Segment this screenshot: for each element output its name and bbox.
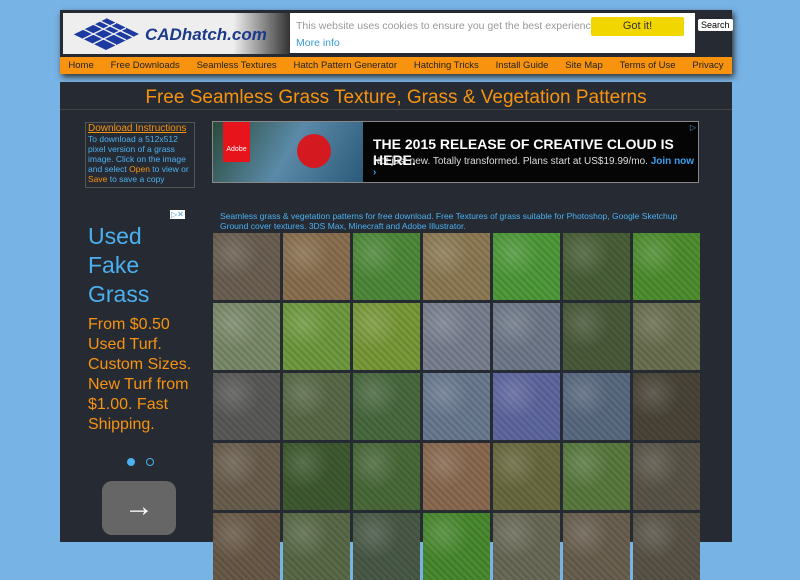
dot[interactable] xyxy=(146,458,154,466)
grass-texture-thumbnail[interactable] xyxy=(633,303,700,370)
grass-texture-thumbnail[interactable] xyxy=(423,373,490,440)
nav-install-guide[interactable]: Install Guide xyxy=(496,60,549,71)
divider xyxy=(60,109,732,110)
grass-texture-thumbnail[interactable] xyxy=(353,233,420,300)
creative-cloud-ad[interactable]: Adobe THE 2015 RELEASE OF CREATIVE CLOUD… xyxy=(212,121,699,183)
grass-texture-thumbnail[interactable] xyxy=(493,233,560,300)
nav-home[interactable]: Home xyxy=(68,60,93,71)
grass-texture-thumbnail[interactable] xyxy=(493,443,560,510)
grass-texture-thumbnail[interactable] xyxy=(353,373,420,440)
save-word: Save xyxy=(88,174,108,184)
grass-texture-thumbnail[interactable] xyxy=(353,513,420,580)
grass-texture-thumbnail[interactable] xyxy=(283,233,350,300)
grass-texture-thumbnail[interactable] xyxy=(423,303,490,370)
instructions-text: to save a copy xyxy=(107,174,165,184)
grass-texture-thumbnail[interactable] xyxy=(353,303,420,370)
more-info-link[interactable]: More info xyxy=(296,37,340,49)
ad-subtext: Not just new. Totally transformed. Plans… xyxy=(373,156,698,178)
nav-hatch-pattern-generator[interactable]: Hatch Pattern Generator xyxy=(294,60,398,71)
grass-texture-thumbnail[interactable] xyxy=(213,303,280,370)
side-ad-title: Used Fake Grass xyxy=(88,223,150,307)
grass-texture-thumbnail[interactable] xyxy=(213,233,280,300)
brand-name: CADhatch.com xyxy=(145,25,267,44)
nav-seamless-textures[interactable]: Seamless Textures xyxy=(197,60,277,71)
grass-texture-thumbnail[interactable] xyxy=(633,443,700,510)
grass-texture-thumbnail[interactable] xyxy=(213,373,280,440)
ad-sub: Not just new. Totally transformed. Plans… xyxy=(373,156,648,167)
main-content: Free Seamless Grass Texture, Grass & Veg… xyxy=(60,82,732,580)
site-header: CADhatch.com This website uses cookies t… xyxy=(60,10,733,74)
grass-texture-thumbnail[interactable] xyxy=(423,233,490,300)
instructions-title[interactable]: Download Instructions xyxy=(88,124,192,134)
grass-texture-thumbnail[interactable] xyxy=(563,303,630,370)
search-button[interactable]: Search xyxy=(698,19,733,31)
site-logo[interactable]: CADhatch.com xyxy=(63,13,290,54)
nav-free-downloads[interactable]: Free Downloads xyxy=(111,60,180,71)
page-title: Free Seamless Grass Texture, Grass & Veg… xyxy=(145,87,647,108)
page-description: Seamless grass & vegetation patterns for… xyxy=(220,211,678,231)
open-word: Open xyxy=(129,164,150,174)
grass-texture-thumbnail[interactable] xyxy=(563,513,630,580)
ad-close-icon[interactable]: ▷✕ xyxy=(170,210,185,219)
grass-texture-thumbnail[interactable] xyxy=(423,513,490,580)
grass-texture-thumbnail[interactable] xyxy=(633,233,700,300)
creative-cloud-icon xyxy=(297,134,331,168)
texture-grid xyxy=(213,233,700,580)
grass-texture-thumbnail[interactable] xyxy=(213,513,280,580)
side-ad[interactable]: Used Fake Grass From $0.50 Used Turf. Cu… xyxy=(88,222,193,435)
grass-texture-thumbnail[interactable] xyxy=(493,303,560,370)
grass-texture-thumbnail[interactable] xyxy=(353,443,420,510)
grass-texture-thumbnail[interactable] xyxy=(283,373,350,440)
grass-texture-thumbnail[interactable] xyxy=(633,373,700,440)
adobe-logo: Adobe xyxy=(223,122,250,162)
grass-texture-thumbnail[interactable] xyxy=(563,233,630,300)
grass-texture-thumbnail[interactable] xyxy=(283,303,350,370)
ad-pagination xyxy=(127,458,154,466)
grass-texture-thumbnail[interactable] xyxy=(563,373,630,440)
nav-privacy[interactable]: Privacy xyxy=(692,60,723,71)
grass-texture-thumbnail[interactable] xyxy=(493,373,560,440)
download-instructions: Download Instructions To download a 512x… xyxy=(85,122,195,188)
diamond-logo-icon xyxy=(72,17,139,50)
nav-terms[interactable]: Terms of Use xyxy=(620,60,676,71)
got-it-button[interactable]: Got it! xyxy=(591,17,684,36)
next-arrow-button[interactable]: → xyxy=(102,481,176,535)
dot-active[interactable] xyxy=(127,458,135,466)
cookie-banner: This website uses cookies to ensure you … xyxy=(290,13,695,53)
instructions-text: to view or xyxy=(149,164,189,174)
nav-hatching-tricks[interactable]: Hatching Tricks xyxy=(414,60,479,71)
adchoices-icon[interactable]: ▷ xyxy=(690,123,696,132)
side-ad-body: From $0.50 Used Turf. Custom Sizes. New … xyxy=(88,316,192,433)
grass-texture-thumbnail[interactable] xyxy=(493,513,560,580)
grass-texture-thumbnail[interactable] xyxy=(633,513,700,580)
grass-texture-thumbnail[interactable] xyxy=(213,443,280,510)
grass-texture-thumbnail[interactable] xyxy=(283,443,350,510)
grass-texture-thumbnail[interactable] xyxy=(563,443,630,510)
nav-site-map[interactable]: Site Map xyxy=(565,60,603,71)
grass-texture-thumbnail[interactable] xyxy=(283,513,350,580)
main-nav: Home Free Downloads Seamless Textures Ha… xyxy=(60,57,732,74)
grass-texture-thumbnail[interactable] xyxy=(423,443,490,510)
